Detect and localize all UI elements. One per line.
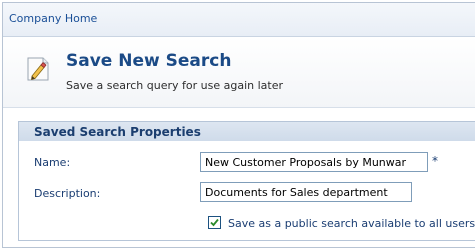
description-label: Description: (34, 187, 101, 200)
breadcrumb-company-home-link[interactable]: Company Home (9, 12, 97, 25)
name-label: Name: (34, 156, 71, 169)
panel-title: Saved Search Properties (34, 125, 201, 139)
checkmark-icon (210, 218, 219, 227)
description-field[interactable] (200, 182, 412, 202)
pencil-icon (27, 57, 49, 81)
header-divider (3, 107, 475, 108)
public-search-checkbox[interactable] (208, 216, 221, 229)
page-title: Save New Search (66, 51, 232, 71)
name-field[interactable] (200, 152, 428, 172)
page-subtitle: Save a search query for use again later (66, 79, 283, 92)
required-marker: * (432, 154, 438, 168)
public-search-label[interactable]: Save as a public search available to all… (228, 217, 475, 230)
page-header (3, 37, 475, 107)
